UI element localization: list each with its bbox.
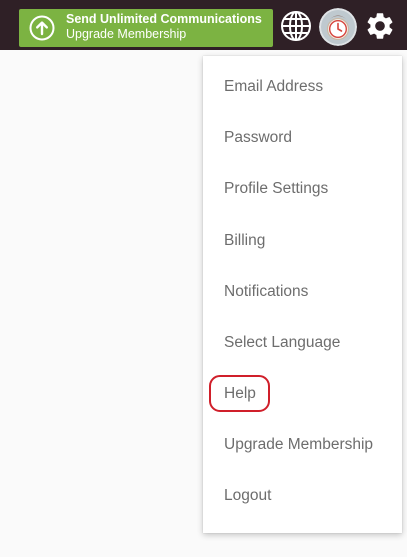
upgrade-membership-button[interactable]: Send Unlimited Communications Upgrade Me…	[19, 9, 273, 47]
upgrade-text: Send Unlimited Communications Upgrade Me…	[66, 12, 262, 42]
gear-icon[interactable]	[364, 10, 396, 42]
menu-item-notifications[interactable]: Notifications	[203, 272, 402, 312]
menu-item-email-address[interactable]: Email Address	[203, 67, 402, 107]
menu-item-profile-settings[interactable]: Profile Settings	[203, 169, 402, 209]
globe-icon[interactable]	[280, 10, 312, 42]
menu-item-billing[interactable]: Billing	[203, 221, 402, 261]
avatar-clock-icon	[319, 8, 357, 46]
top-bar: Send Unlimited Communications Upgrade Me…	[0, 0, 407, 50]
arrow-up-circle-icon	[29, 15, 55, 41]
menu-item-upgrade-membership[interactable]: Upgrade Membership	[203, 425, 402, 465]
page: Send Unlimited Communications Upgrade Me…	[0, 0, 407, 557]
menu-item-password[interactable]: Password	[203, 118, 402, 158]
upgrade-subtitle: Upgrade Membership	[66, 27, 187, 41]
settings-dropdown-menu: Email Address Password Profile Settings …	[203, 56, 402, 533]
menu-item-select-language[interactable]: Select Language	[203, 323, 402, 363]
avatar[interactable]	[319, 8, 357, 46]
menu-item-logout[interactable]: Logout	[203, 476, 402, 516]
upgrade-title: Send Unlimited Communications	[66, 12, 262, 26]
menu-item-help[interactable]: Help	[203, 374, 402, 414]
